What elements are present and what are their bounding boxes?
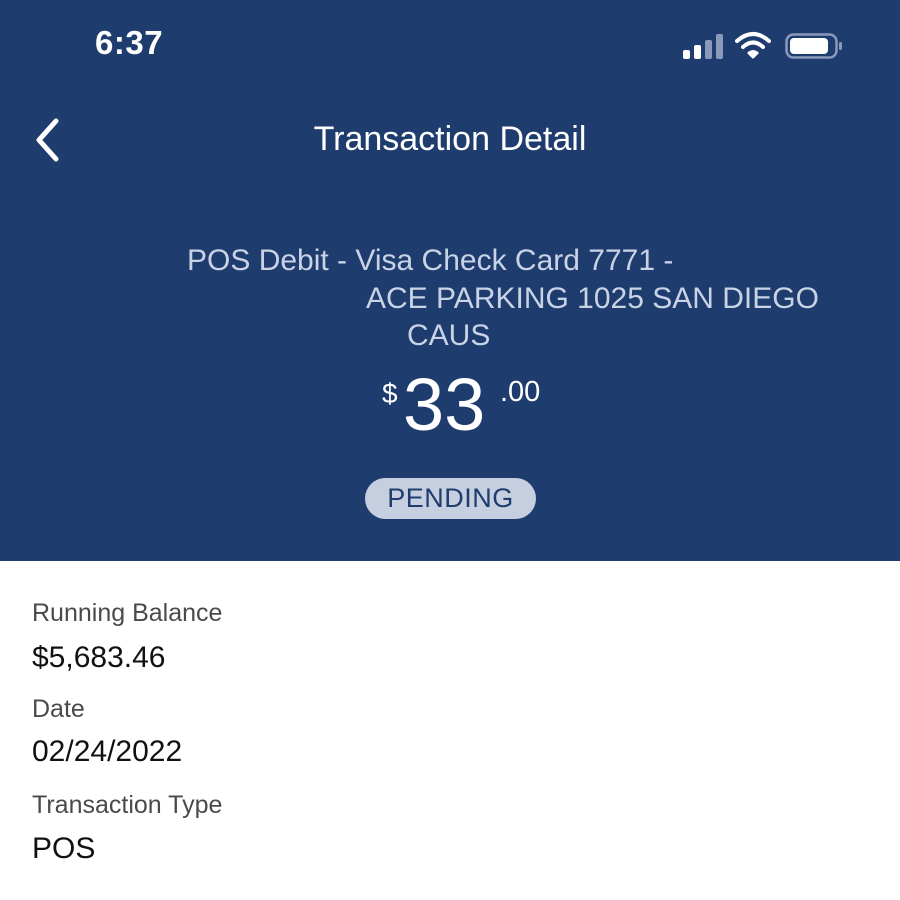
amount-whole: 33 (403, 363, 486, 446)
amount-cents: .00 (500, 376, 541, 408)
date-value: 02/24/2022 (32, 735, 183, 768)
transaction-description-line-3: CAUS (407, 319, 491, 352)
transaction-description-line-2: ACE PARKING 1025 SAN DIEGO (366, 282, 819, 315)
signal-icon (683, 33, 723, 59)
running-balance-label: Running Balance (32, 599, 223, 627)
transaction-header: 6:37 Transaction Detail POS Debit - Visa… (0, 0, 900, 561)
wifi-icon (735, 32, 771, 59)
status-time: 6:37 (95, 24, 164, 61)
transaction-type-value: POS (32, 832, 96, 865)
transaction-description-line-1: POS Debit - Visa Check Card 7771 - (187, 244, 674, 277)
status-badge: PENDING (365, 478, 536, 519)
running-balance-value: $5,683.46 (32, 641, 166, 674)
transaction-amount: $ 33 .00 (0, 366, 900, 456)
page-title: Transaction Detail (313, 120, 587, 158)
transaction-type-label: Transaction Type (32, 791, 223, 819)
amount-currency-symbol: $ (382, 378, 398, 409)
battery-icon (785, 33, 842, 59)
date-label: Date (32, 695, 85, 723)
screen: 6:37 Transaction Detail POS Debit - Visa… (0, 0, 900, 900)
